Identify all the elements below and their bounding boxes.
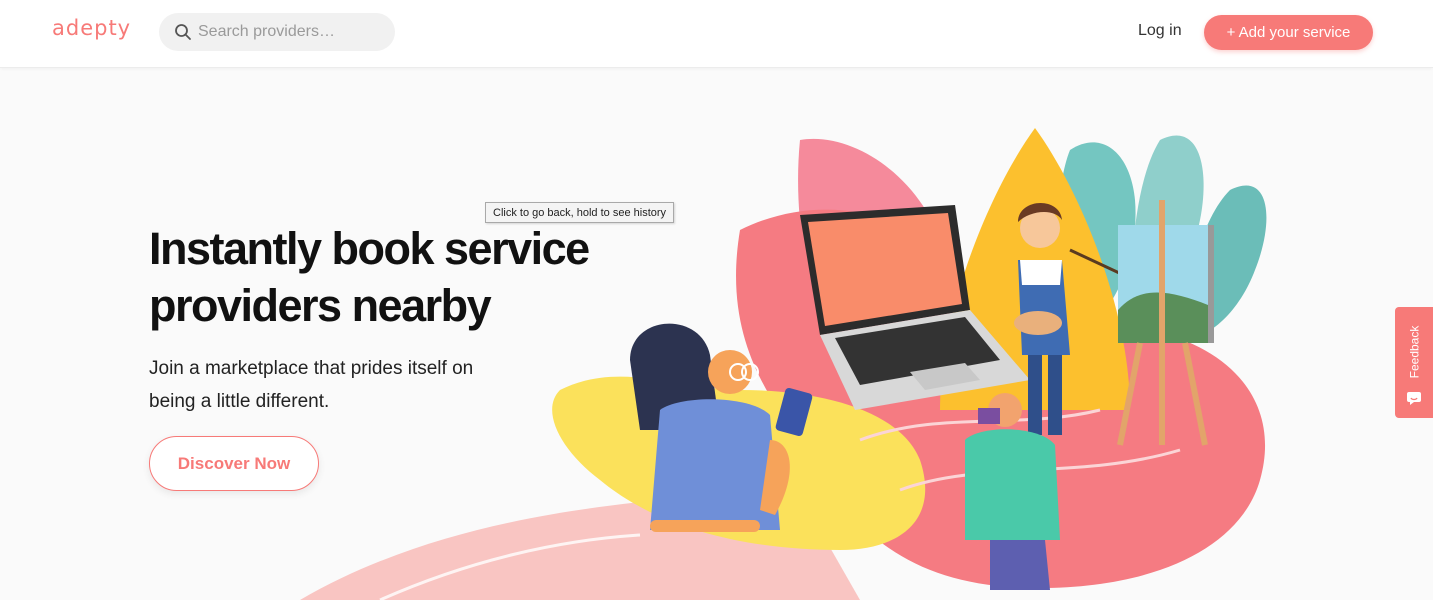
top-navbar: adepty Log in + Add your service bbox=[0, 0, 1433, 68]
browser-tooltip: Click to go back, hold to see history bbox=[485, 202, 675, 223]
login-link[interactable]: Log in bbox=[1138, 22, 1182, 40]
site-logo[interactable]: adepty bbox=[52, 16, 131, 40]
hero-illustration bbox=[300, 128, 1267, 600]
search-icon bbox=[175, 24, 191, 40]
search-input[interactable] bbox=[198, 13, 384, 51]
feedback-tab[interactable]: Feedback bbox=[1395, 307, 1433, 418]
feedback-label: Feedback bbox=[1407, 325, 1422, 379]
discover-now-button[interactable]: Discover Now bbox=[149, 436, 319, 491]
add-service-button[interactable]: + Add your service bbox=[1204, 15, 1373, 50]
search-box[interactable] bbox=[159, 13, 395, 51]
chat-icon bbox=[1407, 392, 1421, 405]
